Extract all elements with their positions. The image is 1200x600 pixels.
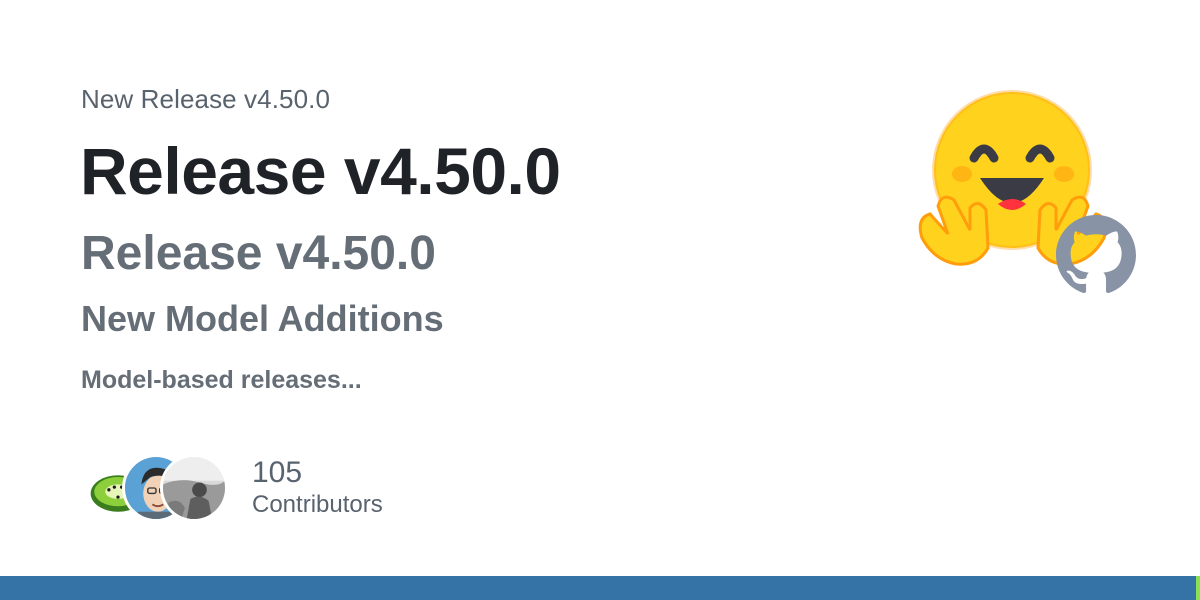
section-heading: New Model Additions bbox=[81, 298, 444, 339]
language-bar-accent bbox=[1196, 576, 1200, 600]
language-bar bbox=[0, 576, 1200, 600]
contributors-count-block: 105 Contributors bbox=[252, 456, 383, 520]
release-subtitle: Release v4.50.0 bbox=[81, 227, 436, 280]
photo-avatar bbox=[160, 454, 228, 522]
contributors-section: 105 Contributors bbox=[84, 452, 383, 524]
page-title: Release v4.50.0 bbox=[80, 134, 561, 208]
release-summary: Model-based releases... bbox=[81, 366, 362, 394]
contributors-count: 105 bbox=[252, 456, 303, 489]
github-mark-icon bbox=[1056, 215, 1136, 294]
contributor-avatars bbox=[84, 452, 234, 524]
release-overline: New Release v4.50.0 bbox=[81, 84, 331, 114]
contributors-label: Contributors bbox=[252, 491, 383, 518]
